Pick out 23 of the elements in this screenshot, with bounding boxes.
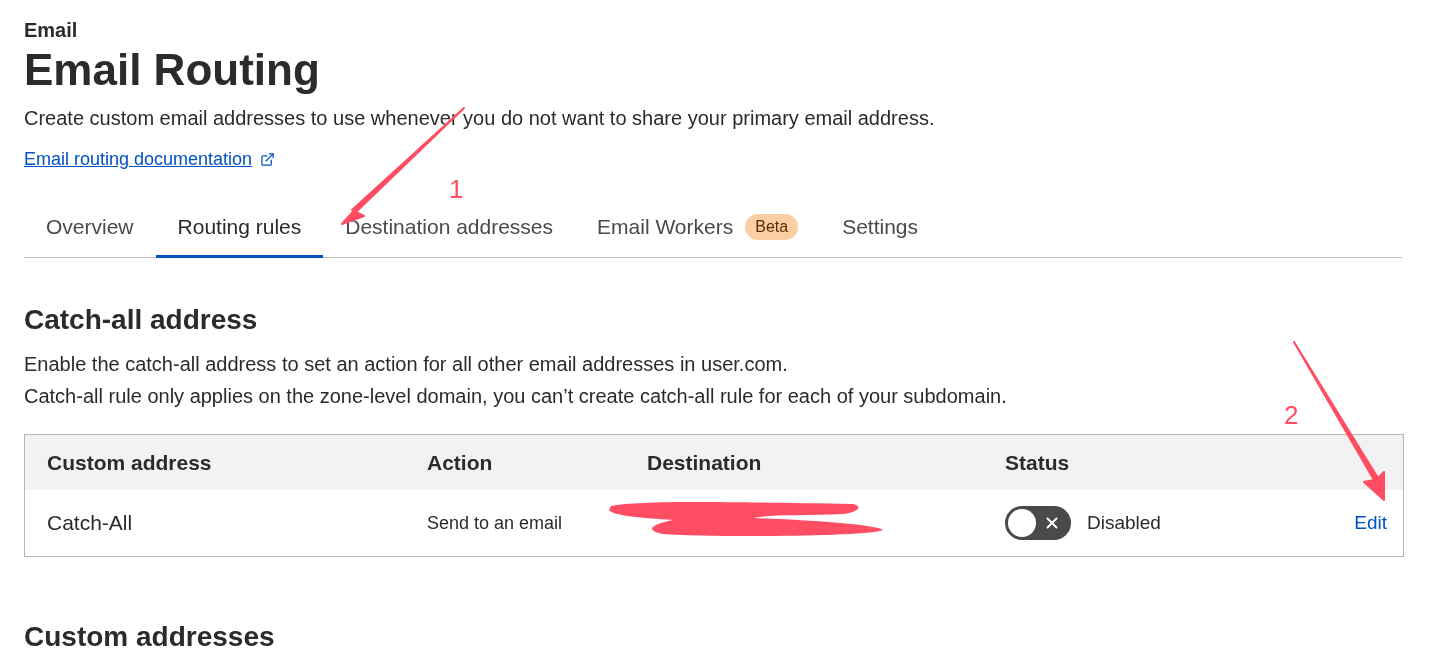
annotation-number: 2 bbox=[1284, 399, 1299, 432]
status-label: Disabled bbox=[1087, 510, 1161, 535]
column-header: Status bbox=[1005, 449, 1070, 476]
tab[interactable]: Overview bbox=[24, 199, 156, 258]
column-header: Destination bbox=[647, 449, 762, 476]
section-heading: Custom addresses bbox=[24, 620, 276, 654]
section-description: Enable the catch-all address to set an action for all other email addresses in user.com. bbox=[24, 352, 789, 377]
tab[interactable]: Routing rules bbox=[155, 199, 324, 258]
column-header: Custom address bbox=[47, 449, 212, 476]
column-header: Action bbox=[427, 449, 493, 476]
table-cell-text: Send to an email bbox=[427, 511, 563, 535]
breadcrumb: Email bbox=[24, 18, 79, 42]
tab[interactable]: Settings bbox=[820, 199, 940, 258]
tab[interactable]: Email Workers Beta bbox=[575, 199, 821, 258]
beta-badge: Beta bbox=[745, 214, 799, 240]
table-cell-text: Catch-All bbox=[47, 510, 133, 537]
section-description: Catch-all rule only applies on the zone-level domain, you can’t create catch-all rule for each of your subdomain. bbox=[24, 384, 1008, 409]
page-title: Email Routing bbox=[24, 44, 321, 96]
edit-link[interactable]: Edit bbox=[1354, 508, 1387, 538]
documentation-link[interactable]: Email routing documentation bbox=[24, 146, 253, 173]
status-toggle[interactable] bbox=[1005, 506, 1071, 540]
section-heading: Catch-all address bbox=[24, 303, 259, 337]
external-link-icon bbox=[260, 152, 276, 167]
